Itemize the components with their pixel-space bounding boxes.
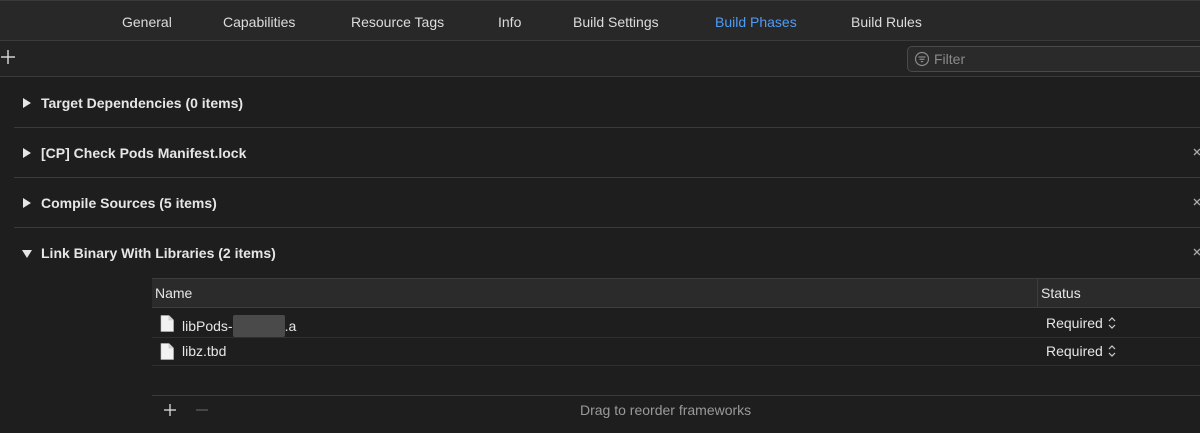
tab-build-phases[interactable]: Build Phases — [715, 12, 797, 32]
file-icon — [160, 343, 174, 360]
filter-input[interactable] — [934, 47, 1194, 71]
tab-build-rules[interactable]: Build Rules — [851, 12, 922, 32]
tab-build-settings[interactable]: Build Settings — [573, 12, 659, 32]
column-header-name[interactable]: Name — [155, 285, 192, 301]
tab-general[interactable]: General — [122, 12, 172, 32]
file-icon — [160, 315, 174, 332]
tab-capabilities[interactable]: Capabilities — [223, 12, 295, 32]
library-name: libPods- .a — [182, 315, 296, 337]
table-row[interactable]: libz.tbd Required — [152, 338, 1200, 366]
status-popup[interactable]: Required — [1046, 343, 1117, 359]
close-icon[interactable] — [1188, 245, 1200, 259]
add-build-phase-icon[interactable] — [0, 49, 16, 65]
column-divider[interactable] — [1037, 279, 1038, 307]
library-name-prefix: libPods- — [182, 318, 233, 334]
table-header: Name Status — [152, 278, 1200, 308]
column-header-status[interactable]: Status — [1041, 285, 1081, 301]
up-down-chevron-icon — [1108, 317, 1116, 329]
disclosure-right-icon[interactable] — [22, 97, 32, 109]
table-footer: Drag to reorder frameworks — [152, 395, 1200, 428]
library-name: libz.tbd — [182, 343, 227, 359]
close-icon[interactable] — [1188, 195, 1200, 209]
tab-info[interactable]: Info — [498, 12, 521, 32]
phase-target-dependencies[interactable]: Target Dependencies (0 items) — [14, 78, 1200, 128]
status-popup[interactable]: Required — [1046, 315, 1117, 331]
disclosure-down-icon[interactable] — [22, 248, 32, 260]
redacted-block — [232, 315, 285, 337]
phase-compile-sources[interactable]: Compile Sources (5 items) — [14, 178, 1200, 228]
up-down-chevron-icon — [1108, 345, 1116, 357]
editor-tab-bar: General Capabilities Resource Tags Info … — [0, 0, 1200, 41]
disclosure-right-icon[interactable] — [22, 197, 32, 209]
tab-resource-tags[interactable]: Resource Tags — [351, 12, 444, 32]
close-icon[interactable] — [1188, 145, 1200, 159]
status-value: Required — [1046, 343, 1103, 359]
add-library-icon[interactable] — [163, 403, 177, 417]
phase-link-binary-with-libraries[interactable]: Link Binary With Libraries (2 items) — [14, 228, 1200, 278]
phase-title: Compile Sources (5 items) — [41, 195, 217, 211]
phase-toolbar — [0, 41, 1200, 77]
table-row[interactable]: libPods- .a Required — [152, 310, 1200, 338]
phase-title: Link Binary With Libraries (2 items) — [41, 245, 276, 261]
phase-check-pods-manifest[interactable]: [CP] Check Pods Manifest.lock — [14, 128, 1200, 178]
phase-title: Target Dependencies (0 items) — [41, 95, 244, 111]
library-name-suffix: .a — [284, 318, 297, 334]
phase-title: [CP] Check Pods Manifest.lock — [41, 145, 247, 161]
disclosure-right-icon[interactable] — [22, 147, 32, 159]
library-table: Name Status libPods- .a Required libz.tbd… — [152, 278, 1200, 428]
filter-icon — [914, 51, 930, 67]
build-phases-editor: General Capabilities Resource Tags Info … — [0, 0, 1200, 433]
filter-field[interactable] — [907, 46, 1200, 72]
status-value: Required — [1046, 315, 1103, 331]
remove-library-icon[interactable] — [195, 403, 209, 417]
drag-hint-text: Drag to reorder frameworks — [580, 402, 752, 418]
